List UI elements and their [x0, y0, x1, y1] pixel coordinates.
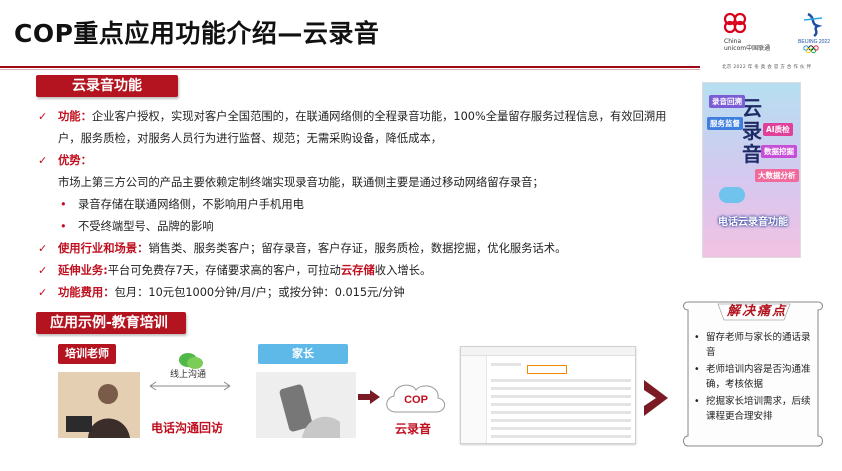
- pain-points-list: 留存老师与家长的通话录音 老师培训内容是否沟通准确，考核依据 挖掘家长培训需求，…: [694, 330, 818, 426]
- check-icon: ✓: [38, 264, 48, 277]
- fee-text: 包月：10元包1000分钟/月/户；或按分钟：0.015元/分钟: [114, 286, 405, 299]
- brand-line1: China: [724, 38, 742, 45]
- online-communication-label: 线上沟通: [170, 370, 207, 380]
- unicom-text: China unicom中国联通: [724, 38, 770, 52]
- screenshot-row: [491, 379, 631, 382]
- advantage-sub1: 录音存储在联通网络侧，不影响用户手机用电: [36, 194, 676, 216]
- check-icon: ✓: [38, 242, 48, 255]
- phone-photo: [256, 372, 356, 438]
- screenshot-row: [491, 363, 521, 366]
- industry-text: 销售类、服务类客户；留存录音，客户存证，服务质检，数据挖掘，优化服务话术。: [148, 242, 567, 255]
- poster-bottom-text: 电话云录音功能: [718, 217, 788, 228]
- section-tag-feature: 云录音功能: [36, 75, 178, 97]
- advantage-text: 市场上第三方公司的产品主要依赖定制终端实现录音功能，联通侧主要是通过移动网络留存…: [58, 176, 544, 189]
- function-lead: 功能：: [58, 110, 92, 123]
- platform-screenshot: [460, 346, 636, 444]
- screenshot-row: [491, 427, 631, 430]
- title-rule-thin: [0, 69, 700, 70]
- screenshot-row: [491, 387, 631, 390]
- hand-with-phone-icon: [256, 372, 356, 438]
- poster-tag: 数据挖掘: [761, 145, 797, 158]
- list-item-fee: ✓ 功能费用：包月：10元包1000分钟/月/户；或按分钟：0.015元/分钟: [36, 282, 676, 304]
- unicom-knot-icon: [723, 12, 747, 34]
- arrow-right-icon: [358, 390, 380, 404]
- advantage-lead: 优势：: [58, 154, 92, 167]
- title-rule: [0, 66, 700, 68]
- screenshot-row: [491, 419, 631, 422]
- screenshot-sidebar: [461, 356, 487, 443]
- poster-tag: AI质检: [763, 123, 793, 136]
- screenshot-row: [491, 435, 631, 438]
- screenshot-highlight: [527, 365, 567, 374]
- parent-label: 家长: [258, 344, 348, 364]
- partner-text: 北京 2022 年 冬 奥 会 官 方 合 作 伙 伴: [722, 65, 812, 70]
- section-tag-example: 应用示例-教育培训: [36, 312, 186, 334]
- pain-points-title: 解决痛点: [726, 304, 787, 319]
- logo: China unicom中国联通 BEIJING 2022 北京 2022 年 …: [716, 8, 840, 70]
- promo-poster: 云录音 录音回溯 服务监督 AI质检 数据挖掘 大数据分析 电话云录音功能: [702, 82, 801, 258]
- function-text: 企业客户授权，实现对客户全国范围的，在联通网络侧的全程录音功能，100%全量留存…: [58, 110, 667, 145]
- list-item: 留存老师与家长的通话录音: [694, 330, 818, 360]
- list-item-advantage: ✓ 优势：: [36, 150, 676, 172]
- cop-cloud-label: 云录音: [395, 422, 432, 436]
- list-item: 老师培训内容是否沟通准确，考核依据: [694, 362, 818, 392]
- list-item-extension: ✓ 延伸业务:平台可免费存7天，存储要求高的客户，可拉动云存储收入增长。: [36, 260, 676, 282]
- check-icon: ✓: [38, 286, 48, 299]
- extension-lead: 延伸业务:: [58, 264, 108, 277]
- teacher-label: 培训老师: [58, 344, 116, 364]
- poster-tag: 大数据分析: [755, 169, 799, 182]
- cloud-icon: [719, 187, 745, 203]
- olympic-emblem-icon: BEIJING 2022: [798, 12, 830, 54]
- screenshot-row: [491, 395, 631, 398]
- screenshot-header: [461, 347, 635, 356]
- cloud-cop-icon: COP: [386, 384, 445, 413]
- extension-text-a: 平台可免费存7天，存储要求高的客户，可拉动: [107, 264, 341, 277]
- screenshot-row: [491, 403, 631, 406]
- fee-lead: 功能费用：: [58, 286, 115, 299]
- check-icon: ✓: [38, 154, 48, 167]
- list-item-function: ✓ 功能：企业客户授权，实现对客户全国范围的，在联通网络侧的全程录音功能，100…: [36, 106, 676, 150]
- poster-tag: 录音回溯: [709, 95, 745, 108]
- chevron-right-icon: [644, 380, 668, 416]
- industry-lead: 使用行业和场景：: [58, 242, 149, 255]
- screenshot-row: [491, 411, 631, 414]
- feature-list: ✓ 功能：企业客户授权，实现对客户全国范围的，在联通网络侧的全程录音功能，100…: [36, 106, 676, 304]
- cop-text: COP: [404, 394, 428, 406]
- poster-tag: 服务监督: [707, 117, 743, 130]
- double-arrow-icon: [149, 381, 231, 391]
- teacher-photo: [58, 372, 140, 438]
- list-item: 挖掘家长培训需求，后续课程更合理安排: [694, 394, 818, 424]
- list-item-industry: ✓ 使用行业和场景：销售类、服务类客户；留存录音，客户存证，服务质检，数据挖掘，…: [36, 238, 676, 260]
- extension-text-b: 收入增长。: [374, 264, 432, 277]
- olympic-text: BEIJING 2022: [798, 39, 830, 45]
- extension-highlight: 云存储: [340, 264, 375, 277]
- person-on-phone-icon: [58, 372, 140, 438]
- brand-line2: unicom中国联通: [724, 45, 771, 52]
- page-title: COP重点应用功能介绍—云录音: [14, 19, 380, 48]
- check-icon: ✓: [38, 110, 48, 123]
- advantage-sub2: 不受终端型号、品牌的影响: [36, 216, 676, 238]
- phone-followup-label: 电话沟通回访: [151, 421, 224, 435]
